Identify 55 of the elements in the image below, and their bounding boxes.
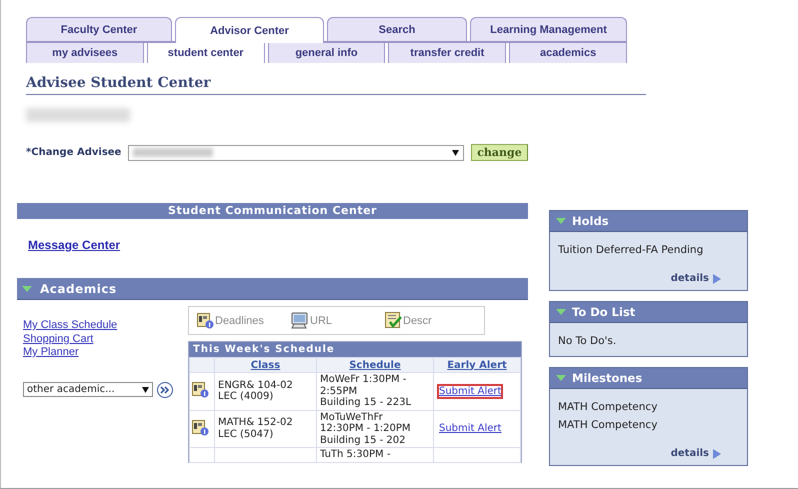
- class-cell-text: ENGR& 104-02 LEC (4009): [218, 380, 294, 403]
- column-header[interactable]: Schedule: [316, 358, 434, 372]
- collapse-triangle-icon[interactable]: [556, 308, 566, 316]
- panel-title: To Do List: [572, 305, 636, 319]
- schedule-cell-text: MoTuWeThFr 12:30PM - 1:20PM Building 15 - 202: [320, 412, 412, 446]
- collapse-triangle-icon[interactable]: [22, 284, 32, 292]
- double-chevron-icon: [160, 386, 170, 394]
- sub-tab[interactable]: academics: [509, 43, 627, 63]
- dropdown-arrow-icon[interactable]: [452, 150, 459, 156]
- details-link[interactable]: details: [670, 273, 709, 284]
- calendar-info-icon: [197, 312, 214, 329]
- nav-tab[interactable]: Learning Management: [470, 17, 627, 41]
- monitor-icon: [291, 312, 309, 329]
- schedule-cell-text: TuTh 5:30PM -: [320, 449, 392, 460]
- page-title: Advisee Student Center: [26, 75, 646, 95]
- play-arrow-icon[interactable]: [713, 274, 721, 284]
- panel-title: Milestones: [572, 371, 642, 385]
- nav-tab[interactable]: Advisor Center: [175, 17, 324, 43]
- panel-item: No To Do's.: [558, 334, 618, 349]
- change-advisee-label: *Change Advisee: [26, 147, 122, 158]
- academic-link[interactable]: My Class Schedule: [23, 319, 188, 332]
- column-header[interactable]: Class: [214, 358, 316, 372]
- panel-item: Tuition Deferred-FA Pending: [558, 243, 704, 258]
- sub-tab[interactable]: my advisees: [26, 43, 144, 63]
- message-center-link[interactable]: Message Center: [28, 238, 120, 252]
- sub-tab[interactable]: transfer credit: [388, 43, 506, 63]
- legend-label: Descr: [403, 314, 432, 326]
- section-header: Student Communication Center: [17, 203, 528, 219]
- nav-tab[interactable]: Search: [327, 17, 467, 41]
- schedule-cell-text: MoWeFr 1:30PM - 2:55PM Building 15 - 223L: [320, 374, 412, 408]
- sub-tab[interactable]: student center: [146, 43, 265, 63]
- calendar-info-icon: [192, 381, 209, 398]
- legend-label: URL: [310, 314, 332, 326]
- column-header[interactable]: Early Alert: [434, 358, 520, 372]
- go-button[interactable]: [157, 382, 173, 398]
- calendar-info-icon: [192, 418, 209, 436]
- legend-label: Deadlines: [215, 314, 264, 326]
- schedule-title: This Week's Schedule: [189, 342, 521, 357]
- academic-link[interactable]: Shopping Cart: [23, 332, 188, 346]
- change-button[interactable]: change: [471, 144, 528, 161]
- class-cell-text: MATH& 152-02 LEC (5047): [218, 417, 294, 440]
- panel-item: MATH Competency: [558, 418, 658, 433]
- checklist-icon: [385, 312, 402, 329]
- nav-tab[interactable]: Faculty Center: [26, 17, 172, 41]
- collapse-triangle-icon[interactable]: [556, 374, 566, 382]
- sub-tab[interactable]: general info: [268, 43, 386, 63]
- academic-link[interactable]: My Planner: [23, 346, 188, 360]
- panel-title: Holds: [572, 214, 609, 228]
- other-academic-dropdown[interactable]: other academic...: [23, 382, 153, 397]
- panel-item: MATH Competency: [558, 400, 658, 415]
- details-link[interactable]: details: [670, 448, 709, 459]
- section-title: Academics: [40, 282, 117, 296]
- play-arrow-icon[interactable]: [713, 448, 721, 458]
- collapse-triangle-icon[interactable]: [556, 217, 566, 225]
- dropdown-arrow-icon[interactable]: [142, 386, 149, 392]
